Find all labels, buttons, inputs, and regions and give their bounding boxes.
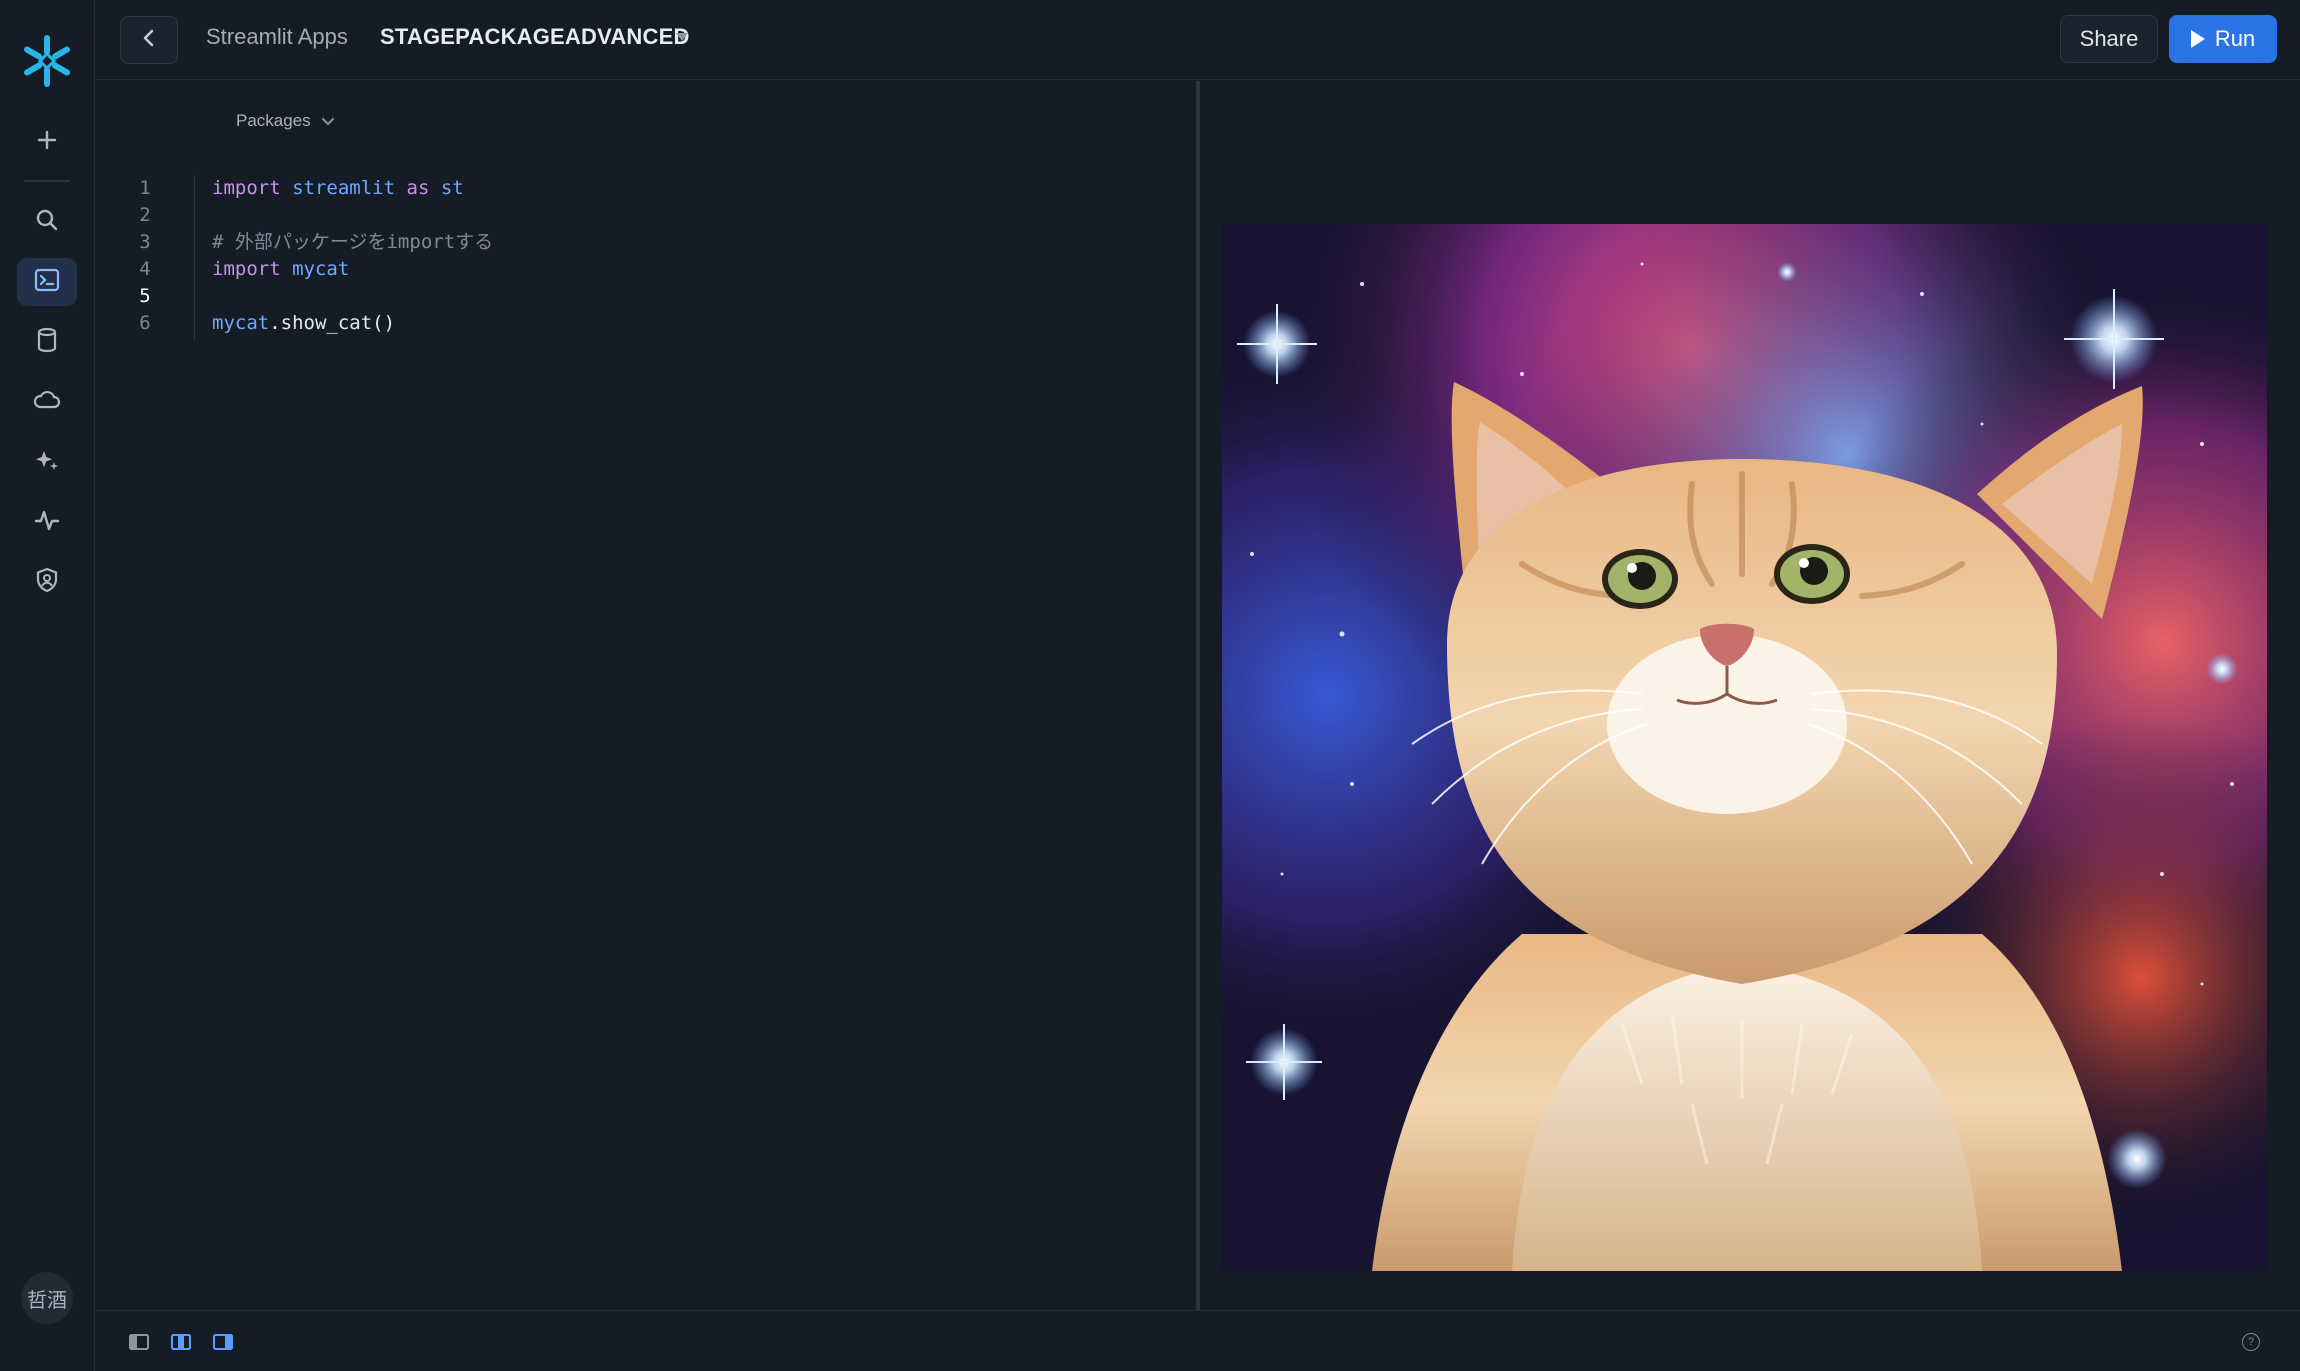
- activity-icon: [34, 509, 60, 536]
- cloud-icon: [33, 390, 61, 415]
- code-token: .show_cat(): [269, 312, 396, 334]
- code-text: import streamlit as st: [212, 175, 464, 202]
- code-token: mycat: [292, 258, 350, 280]
- line-number: 1: [139, 177, 151, 199]
- user-avatar[interactable]: 哲酒: [21, 1272, 73, 1324]
- line-number: 3: [139, 231, 151, 253]
- bottom-bar: ?: [96, 1310, 2300, 1371]
- database-icon: [36, 327, 58, 358]
- run-button-label: Run: [2214, 26, 2256, 51]
- chevron-down-icon: [321, 113, 335, 129]
- line-number: 4: [139, 258, 151, 280]
- packages-label: Packages: [236, 111, 311, 130]
- code-token: mycat: [212, 312, 270, 334]
- caret-down-icon[interactable]: [676, 33, 688, 41]
- search-button[interactable]: [17, 198, 77, 246]
- sparkle-icon: [34, 447, 60, 478]
- packages-dropdown[interactable]: Packages: [236, 111, 335, 131]
- top-bar: Streamlit Apps STAGEPACKAGEADVANCED Shar…: [96, 0, 2300, 80]
- code-token: streamlit: [292, 177, 396, 199]
- projects-button[interactable]: [17, 258, 77, 306]
- share-button[interactable]: Share: [2060, 15, 2158, 63]
- space-cat-image: [1222, 224, 2267, 1271]
- monitoring-button[interactable]: [17, 498, 77, 546]
- admin-button[interactable]: [17, 558, 77, 606]
- create-button[interactable]: [17, 118, 77, 166]
- plus-icon: [36, 129, 58, 156]
- line-number: 2: [139, 204, 151, 226]
- run-button[interactable]: Run: [2169, 15, 2277, 63]
- app-title[interactable]: STAGEPACKAGEADVANCED: [380, 24, 690, 50]
- code-text: # 外部パッケージをimportする: [212, 229, 493, 256]
- line-number: 5: [139, 285, 151, 307]
- ai-ml-button[interactable]: [17, 438, 77, 486]
- app-preview-pane: [1200, 81, 2300, 1310]
- code-token: import: [212, 177, 281, 199]
- code-token: # 外部パッケージをimportする: [212, 231, 494, 253]
- code-editor-pane[interactable]: Packages 1 import streamlit as st 2 3 # 外部パッ…: [96, 81, 1196, 1310]
- data-button[interactable]: [17, 318, 77, 366]
- help-icon[interactable]: ?: [2242, 1333, 2260, 1351]
- code-token: st: [440, 177, 464, 199]
- line-number: 6: [139, 312, 151, 334]
- code-text: mycat.show_cat(): [212, 310, 395, 337]
- data-products-button[interactable]: [17, 378, 77, 426]
- shield-user-icon: [35, 567, 59, 598]
- snowflake-logo-icon[interactable]: [20, 34, 74, 88]
- play-icon: [2190, 30, 2205, 48]
- nav-divider: [24, 180, 70, 182]
- code-token: as: [406, 177, 430, 199]
- layout-editor-only-icon[interactable]: [128, 1333, 150, 1351]
- search-icon: [34, 207, 60, 238]
- back-button[interactable]: [120, 16, 178, 64]
- left-nav-rail: 哲酒: [0, 0, 95, 1371]
- code-token: import: [212, 258, 281, 280]
- breadcrumb-streamlit-apps[interactable]: Streamlit Apps: [206, 24, 348, 50]
- code-text: import mycat: [212, 256, 349, 283]
- terminal-icon: [34, 268, 60, 297]
- gutter-divider: [194, 175, 195, 341]
- chevron-left-icon: [142, 28, 156, 53]
- layout-preview-only-icon[interactable]: [212, 1333, 234, 1351]
- layout-split-icon[interactable]: [170, 1333, 192, 1351]
